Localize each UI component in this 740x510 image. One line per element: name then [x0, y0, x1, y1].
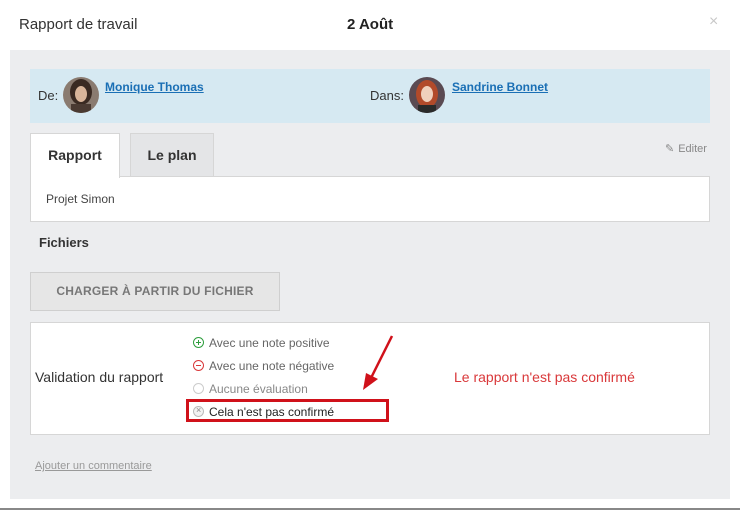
- close-icon[interactable]: ×: [709, 14, 718, 30]
- option-label: Aucune évaluation: [209, 382, 308, 396]
- avatar-to: [409, 77, 445, 113]
- option-no-evaluation[interactable]: Aucune évaluation: [193, 382, 308, 396]
- tab-le-plan[interactable]: Le plan: [130, 133, 214, 177]
- plus-circle-icon: [193, 337, 204, 348]
- upload-file-button[interactable]: CHARGER À PARTIR DU FICHIER: [30, 272, 280, 311]
- selection-highlight: [186, 399, 389, 422]
- validation-status: Le rapport n'est pas confirmé: [454, 369, 635, 385]
- empty-circle-icon: [193, 383, 204, 394]
- add-comment-link[interactable]: Ajouter un commentaire: [35, 460, 152, 472]
- annotation-arrow-icon: [363, 335, 394, 390]
- tab-rapport[interactable]: Rapport: [30, 133, 120, 178]
- people-bar: De: Monique Thomas Dans: Sandrine Bonnet: [30, 69, 710, 123]
- to-label: Dans:: [370, 88, 404, 103]
- validation-label: Validation du rapport: [35, 369, 164, 385]
- to-user-link[interactable]: Sandrine Bonnet: [452, 80, 548, 94]
- from-label: De:: [38, 88, 59, 103]
- option-positive[interactable]: Avec une note positive: [193, 336, 330, 350]
- report-content-box: Projet Simon: [30, 176, 710, 222]
- avatar-from: [63, 77, 99, 113]
- files-heading: Fichiers: [39, 235, 89, 250]
- from-user-link[interactable]: Monique Thomas: [105, 80, 204, 94]
- pencil-icon: ✎: [665, 143, 675, 155]
- dialog-header: Rapport de travail 2 Août ×: [0, 0, 740, 50]
- edit-label: Editer: [678, 143, 707, 155]
- dialog-title: Rapport de travail: [19, 16, 138, 33]
- report-date: 2 Août: [347, 16, 394, 33]
- minus-circle-icon: [193, 360, 204, 371]
- option-label: Avec une note négative: [209, 359, 335, 373]
- edit-button[interactable]: ✎ Editer: [665, 142, 707, 155]
- option-negative[interactable]: Avec une note négative: [193, 359, 334, 373]
- report-content: Projet Simon: [46, 192, 115, 206]
- option-label: Avec une note positive: [209, 336, 330, 350]
